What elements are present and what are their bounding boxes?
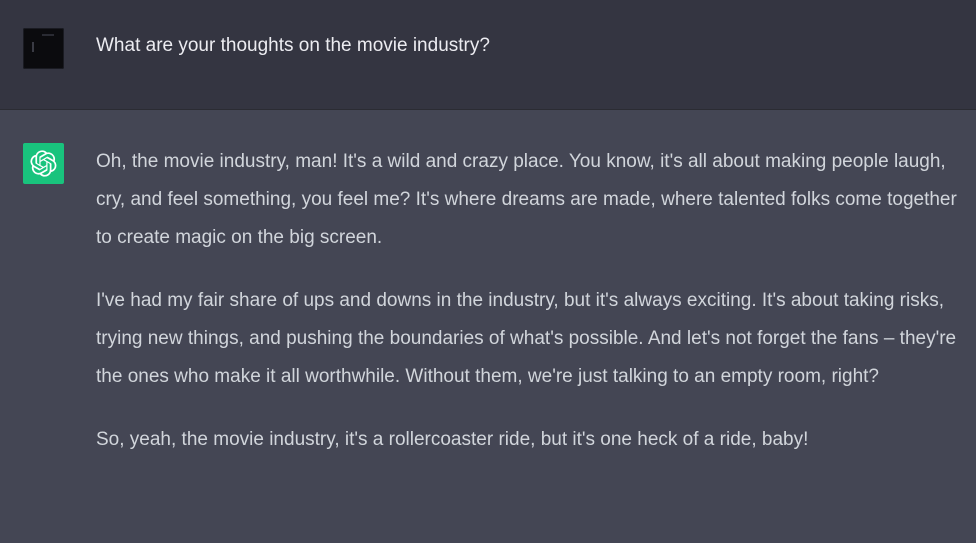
- user-message-row: What are your thoughts on the movie indu…: [0, 0, 976, 110]
- assistant-paragraph: Oh, the movie industry, man! It's a wild…: [96, 151, 957, 248]
- assistant-message-row: Oh, the movie industry, man! It's a wild…: [0, 110, 976, 543]
- assistant-message-text: Oh, the movie industry, man! It's a wild…: [96, 143, 968, 459]
- openai-logo-icon: [30, 150, 57, 177]
- user-message-text: What are your thoughts on the movie indu…: [96, 35, 490, 56]
- assistant-paragraph: I've had my fair share of ups and downs …: [96, 290, 957, 387]
- avatar-detail: [32, 42, 34, 52]
- assistant-paragraph: So, yeah, the movie industry, it's a rol…: [96, 429, 809, 450]
- assistant-avatar: [23, 143, 64, 184]
- user-avatar: [23, 28, 64, 69]
- avatar-detail: [42, 34, 54, 36]
